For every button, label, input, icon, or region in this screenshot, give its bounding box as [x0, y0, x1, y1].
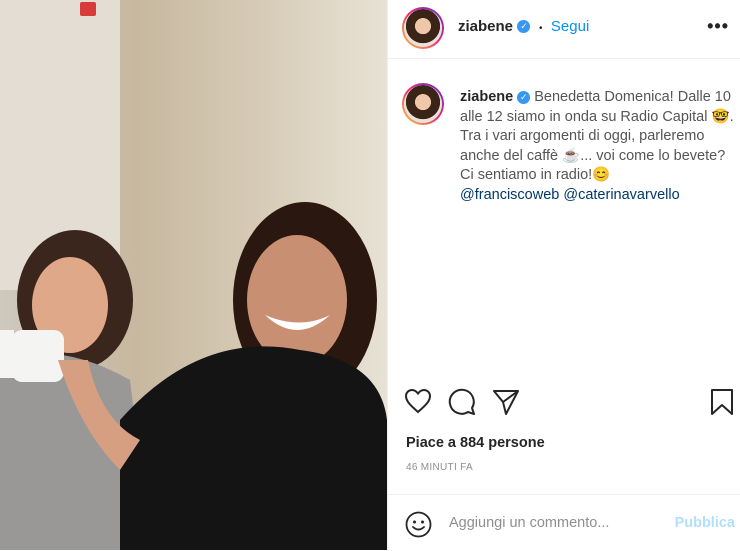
share-paper-plane-icon[interactable]: [492, 388, 520, 416]
mention-caterinavarvello[interactable]: @caterinavarvello: [563, 187, 679, 203]
header-username[interactable]: ziabene: [458, 18, 513, 35]
post-sidebar: ziabene ✓ • Segui ••• ziabene ✓ Benedett…: [387, 0, 740, 550]
emoji-picker-icon[interactable]: [405, 511, 432, 538]
likes-count[interactable]: Piace a 884 persone: [406, 435, 545, 451]
separator: •: [538, 23, 543, 34]
caption-avatar[interactable]: [402, 83, 444, 125]
caption-avatar-image: [404, 85, 442, 123]
emoji-nerd-icon: 🤓: [711, 108, 730, 125]
comment-input[interactable]: Aggiungi un commento...: [449, 515, 609, 531]
post-header: ziabene ✓ • Segui •••: [388, 0, 740, 59]
post-caption: ziabene ✓ Benedetta Domenica! Dalle 10 a…: [460, 88, 738, 205]
header-user: ziabene ✓ • Segui: [458, 18, 589, 36]
post-photo[interactable]: [0, 0, 387, 550]
verified-icon: ✓: [517, 20, 531, 34]
save-bookmark-icon[interactable]: [710, 388, 734, 416]
mention-franciscoweb[interactable]: @franciscoweb: [460, 187, 559, 203]
photo-illustration: [0, 0, 387, 550]
like-heart-icon[interactable]: [404, 388, 432, 414]
avatar-image: [404, 9, 442, 47]
caption-username[interactable]: ziabene: [460, 89, 513, 105]
action-bar: [388, 384, 740, 420]
comment-box: Aggiungi un commento... Pubblica: [388, 494, 740, 551]
publish-button[interactable]: Pubblica: [675, 515, 735, 531]
more-options-icon[interactable]: •••: [707, 16, 729, 37]
emoji-coffee-icon: ☕: [562, 147, 581, 164]
caption-verified-icon: ✓: [517, 90, 531, 104]
post-timestamp[interactable]: 46 MINUTI FA: [406, 462, 473, 473]
emoji-smile-icon: 😊: [592, 167, 611, 183]
comment-bubble-icon[interactable]: [448, 388, 476, 416]
avatar[interactable]: [402, 7, 444, 49]
follow-button[interactable]: Segui: [551, 18, 589, 35]
